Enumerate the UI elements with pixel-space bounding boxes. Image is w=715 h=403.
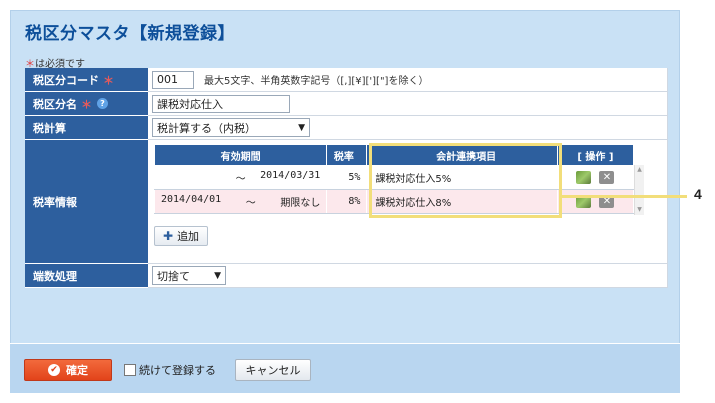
tax-calc-row: 税計算 税計算する（内税） ▼ [25,116,668,140]
footer-bar: ✔ 確定 続けて登録する キャンセル [10,343,680,393]
chevron-down-icon: ▼ [214,270,221,281]
code-label: 税区分コード ＊ [25,68,148,92]
check-icon: ✔ [48,364,60,376]
header-ops: [ 操作 ] [556,144,635,166]
table-scrollbar[interactable]: ▲ ▼ [634,165,644,215]
rounding-selected: 切捨て [157,269,190,283]
name-value-cell: 課税対応仕入 [148,92,668,116]
continue-label: 続けて登録する [139,364,216,377]
ops-cell: ✕ [556,189,635,214]
add-button-label: 追加 [177,230,200,243]
period-start [161,170,221,185]
confirm-label: 確定 [66,364,88,377]
scroll-down-icon[interactable]: ▼ [635,205,644,215]
main-panel: 税区分マスタ【新規登録】 ＊は必須です 税区分コード ＊ 001 最大5文字、半… [10,10,680,393]
table-row: 2014/04/01 ～ 期限なし 8% 課税対応仕入8% ✕ [153,189,635,214]
tax-rate-row: 税率情報 有効期間 税率 会計連携項目 [ 操作 ] ～ 2014/03/31 … [25,140,668,264]
period-cell: ～ 2014/03/31 [153,165,328,190]
header-link: 会計連携項目 [366,144,558,166]
required-mark: ＊ [81,97,92,111]
add-button[interactable]: ✚ 追加 [154,226,209,246]
tax-calc-selected: 税計算する（内税） [157,121,256,135]
period-cell: 2014/04/01 ～ 期限なし [153,189,328,214]
tax-rate-table-wrap: 有効期間 税率 会計連携項目 [ 操作 ] ～ 2014/03/31 5% 課税… [153,143,644,218]
help-icon[interactable]: ? [97,98,108,109]
tax-rate-label: 税率情報 [25,140,148,264]
plus-icon: ✚ [163,229,174,243]
rounding-value-cell: 切捨て ▼ [148,264,668,288]
cancel-button[interactable]: キャンセル [235,359,311,381]
name-label-text: 税区分名 [33,97,77,111]
name-input[interactable]: 課税対応仕入 [152,94,290,113]
header-rate: 税率 [326,144,368,166]
edit-icon[interactable] [576,171,592,184]
required-mark: ＊ [103,73,114,87]
code-value-cell: 001 最大5文字、半角英数字記号（[,][¥][']["]を除く） [148,68,668,92]
code-hint: 最大5文字、半角英数字記号（[,][¥][']["]を除く） [204,76,429,87]
code-label-text: 税区分コード [33,73,99,87]
rounding-label: 端数処理 [25,264,148,288]
tax-rate-value-cell: 有効期間 税率 会計連携項目 [ 操作 ] ～ 2014/03/31 5% 課税… [148,140,668,264]
callout-line [561,195,687,198]
ops-cell: ✕ [556,165,635,190]
continue-register[interactable]: 続けて登録する [124,362,216,378]
tax-form: 税区分コード ＊ 001 最大5文字、半角英数字記号（[,][¥][']["]を… [25,68,668,288]
name-row: 税区分名 ＊ ? 課税対応仕入 [25,92,668,116]
tax-rate-header-row: 有効期間 税率 会計連携項目 [ 操作 ] [153,144,635,166]
rounding-select[interactable]: 切捨て ▼ [152,266,226,285]
tax-rate-table: 有効期間 税率 会計連携項目 [ 操作 ] ～ 2014/03/31 5% 課税… [153,144,635,214]
continue-checkbox[interactable] [124,364,136,376]
period-end: 2014/03/31 [260,170,321,181]
code-row: 税区分コード ＊ 001 最大5文字、半角英数字記号（[,][¥][']["]を… [25,68,668,92]
tax-calc-label: 税計算 [25,116,148,140]
delete-icon[interactable]: ✕ [599,171,615,184]
code-input[interactable]: 001 [152,70,194,89]
period-sep: ～ [245,198,256,209]
table-row: ～ 2014/03/31 5% 課税対応仕入5% ✕ [153,165,635,190]
tax-calc-value-cell: 税計算する（内税） ▼ [148,116,668,140]
period-sep: ～ [235,174,246,185]
link-cell: 課税対応仕入8% [366,189,558,214]
name-label: 税区分名 ＊ ? [25,92,148,116]
chevron-down-icon: ▼ [298,122,305,133]
scroll-up-icon[interactable]: ▲ [635,165,644,175]
period-start: 2014/04/01 [161,194,222,205]
rate-cell: 8% [326,189,368,214]
period-end: 期限なし [280,198,321,209]
rounding-row: 端数処理 切捨て ▼ [25,264,668,288]
rate-cell: 5% [326,165,368,190]
confirm-button[interactable]: ✔ 確定 [24,359,112,381]
tax-calc-select[interactable]: 税計算する（内税） ▼ [152,118,310,137]
callout-number: 4 [694,186,702,202]
header-period: 有効期間 [153,144,328,166]
link-cell: 課税対応仕入5% [366,165,558,190]
page-title: 税区分マスタ【新規登録】 [25,24,235,44]
